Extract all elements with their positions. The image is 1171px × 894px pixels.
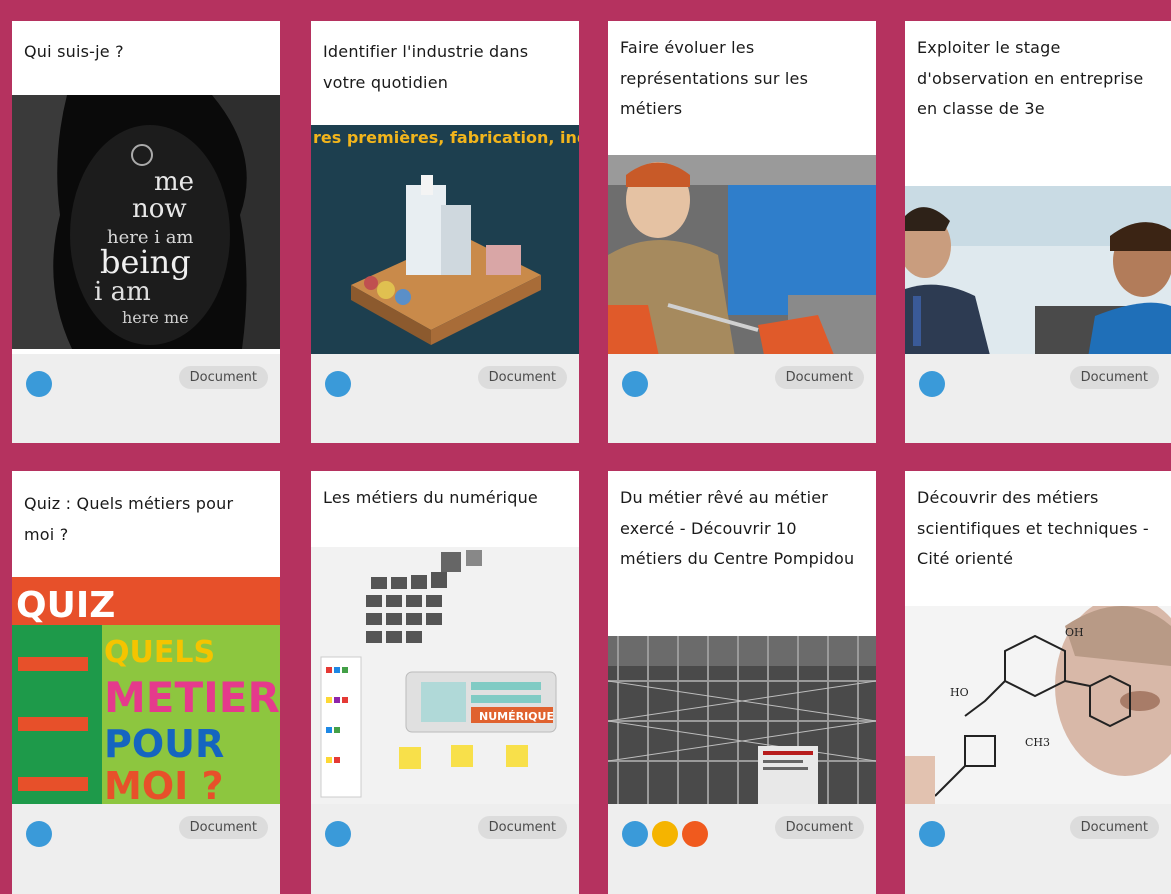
welder-photo-image — [608, 155, 876, 375]
quiz-word-2: METIERS — [104, 673, 280, 722]
audience-dot-blue — [622, 821, 648, 847]
audience-dots — [622, 821, 708, 847]
card-thumbnail[interactable] — [608, 636, 876, 805]
audience-dot-blue — [325, 371, 351, 397]
card-title[interactable]: Du métier rêvé au métier exercé - Découv… — [620, 483, 862, 575]
audience-dot-blue — [622, 371, 648, 397]
svg-text:CH3: CH3 — [1025, 736, 1050, 749]
document-badge: Document — [178, 366, 268, 389]
svg-text:now: now — [132, 194, 187, 224]
document-badge: Document — [1069, 366, 1159, 389]
card-thumbnail[interactable]: QUIZ QUELS METIERS POUR MOI ? — [12, 577, 280, 805]
card-title[interactable]: Exploiter le stage d'observation en entr… — [917, 33, 1157, 125]
audience-dots — [919, 821, 945, 847]
card-thumbnail[interactable] — [608, 155, 876, 375]
audience-dots — [325, 821, 351, 847]
quiz-word-3: POUR — [104, 722, 224, 766]
document-badge: Document — [774, 816, 864, 839]
card-footer: Document — [311, 804, 579, 894]
word-art-portrait-image: me now here i am being i am here me — [12, 95, 280, 349]
audience-dot-blue — [919, 371, 945, 397]
card-footer: Document — [12, 354, 280, 443]
audience-dots — [26, 821, 52, 847]
card-title[interactable]: Qui suis-je ? — [24, 37, 266, 68]
svg-text:here me: here me — [122, 308, 189, 327]
card-thumbnail[interactable] — [905, 186, 1171, 375]
chemistry-photo-image: HO OH CH3 — [905, 606, 1171, 805]
svg-text:me: me — [154, 167, 194, 197]
audience-dot-blue — [325, 821, 351, 847]
card-footer: Document — [608, 354, 876, 443]
audience-dot-blue — [26, 821, 52, 847]
card-footer: Document — [905, 354, 1171, 443]
quiz-word-1: QUELS — [104, 635, 215, 670]
card-thumbnail[interactable]: me now here i am being i am here me — [12, 95, 280, 349]
card-thumbnail[interactable]: res premières, fabrication, indu — [311, 125, 579, 375]
audience-dots — [325, 371, 351, 397]
quiz-word-4: MOI ? — [104, 764, 224, 805]
card-footer: Document — [12, 804, 280, 894]
audience-dots — [622, 371, 648, 397]
document-badge: Document — [477, 366, 567, 389]
audience-dot-blue — [26, 371, 52, 397]
audience-dot-blue — [919, 821, 945, 847]
card-footer: Document — [608, 804, 876, 894]
svg-text:being: being — [100, 243, 191, 281]
svg-text:OH: OH — [1065, 626, 1084, 639]
document-badge: Document — [774, 366, 864, 389]
office-photo-image — [905, 186, 1171, 375]
digital-board-image: NUMÉRIQUE — [311, 547, 579, 805]
resource-card[interactable]: Exploiter le stage d'observation en entr… — [905, 21, 1171, 443]
svg-text:HO: HO — [950, 686, 969, 699]
pompidou-photo-image — [608, 636, 876, 805]
resource-card[interactable]: Identifier l'industrie dans votre quotid… — [311, 21, 579, 443]
audience-dots — [919, 371, 945, 397]
card-footer: Document — [905, 804, 1171, 894]
card-thumbnail[interactable]: HO OH CH3 — [905, 606, 1171, 805]
card-title[interactable]: Quiz : Quels métiers pour moi ? — [24, 489, 266, 550]
image-caption: res premières, fabrication, indu — [313, 128, 579, 147]
audience-dots — [26, 371, 52, 397]
quiz-header: QUIZ — [16, 585, 115, 626]
card-thumbnail[interactable]: NUMÉRIQUE — [311, 547, 579, 805]
document-badge: Document — [1069, 816, 1159, 839]
resource-grid: Qui suis-je ? me now here i am being i a… — [0, 0, 1171, 894]
card-footer: Document — [311, 354, 579, 443]
quiz-poster-image: QUIZ QUELS METIERS POUR MOI ? — [12, 577, 280, 805]
card-title[interactable]: Les métiers du numérique — [323, 483, 565, 514]
resource-card[interactable]: Les métiers du numérique NUMÉRIQUE Docum… — [311, 471, 579, 894]
resource-card[interactable]: Du métier rêvé au métier exercé - Découv… — [608, 471, 876, 894]
card-title[interactable]: Faire évoluer les représentations sur le… — [620, 33, 862, 125]
resource-card[interactable]: Qui suis-je ? me now here i am being i a… — [12, 21, 280, 443]
resource-card[interactable]: Découvrir des métiers scientifiques et t… — [905, 471, 1171, 894]
industry-illustration-image: res premières, fabrication, indu — [311, 125, 579, 375]
svg-text:i am: i am — [94, 277, 151, 307]
audience-dot-yellow — [652, 821, 678, 847]
document-badge: Document — [178, 816, 268, 839]
image-caption: NUMÉRIQUE — [479, 710, 554, 723]
resource-card[interactable]: Quiz : Quels métiers pour moi ? QUIZ QUE… — [12, 471, 280, 894]
audience-dot-orange — [682, 821, 708, 847]
card-title[interactable]: Identifier l'industrie dans votre quotid… — [323, 37, 565, 98]
resource-card[interactable]: Faire évoluer les représentations sur le… — [608, 21, 876, 443]
document-badge: Document — [477, 816, 567, 839]
card-title[interactable]: Découvrir des métiers scientifiques et t… — [917, 483, 1157, 575]
